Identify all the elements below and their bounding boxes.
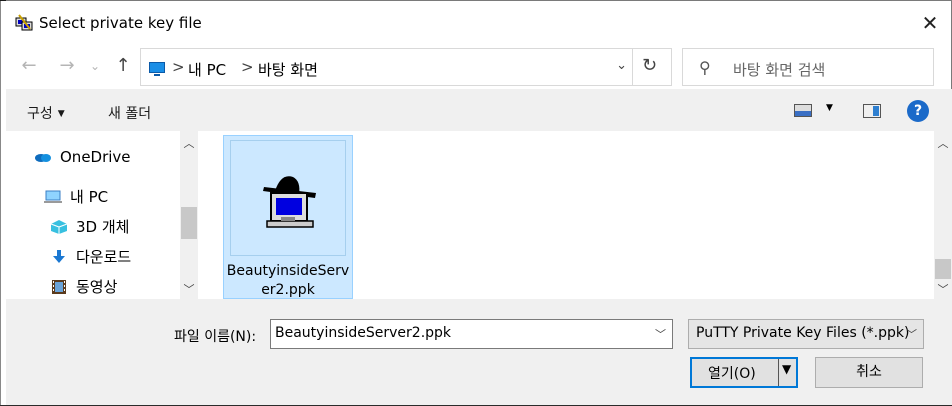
- file-name: BeautyinsideServ er2.ppk: [226, 263, 350, 298]
- breadcrumb-my-pc[interactable]: 내 PC: [188, 59, 226, 80]
- scrollbar-thumb[interactable]: [181, 207, 197, 239]
- scroll-down-icon[interactable]: ﹀: [934, 281, 952, 297]
- search-icon: ⚲: [699, 58, 711, 77]
- change-view-icon[interactable]: [794, 104, 812, 117]
- filename-label: 파일 이름(N):: [174, 329, 257, 345]
- file-list-scrollbar[interactable]: ︿ ﹀: [934, 131, 952, 299]
- search-input[interactable]: 바탕 화면 검색: [733, 59, 825, 80]
- file-item[interactable]: BeautyinsideServ er2.ppk: [223, 135, 353, 299]
- new-folder-button[interactable]: 새 폴더: [108, 103, 151, 123]
- scroll-up-icon[interactable]: ︿: [934, 135, 952, 151]
- organize-label: 구성: [27, 106, 53, 122]
- breadcrumb-separator-icon: >: [172, 58, 185, 76]
- sidebar-item-label: 내 PC: [70, 188, 109, 206]
- caret-down-icon[interactable]: ▼: [782, 362, 791, 376]
- pc-icon: [44, 190, 62, 203]
- sidebar-item-label: 다운로드: [76, 248, 132, 266]
- navigation-pane: OneDrive 내 PC 3D 개체 다운로드 동영상 ︿ ﹀: [6, 131, 200, 299]
- title-bar: Select private key file ✕: [6, 1, 952, 45]
- monitor-icon: [149, 62, 165, 76]
- filename-input[interactable]: BeautyinsideServer2.ppk ﹀: [270, 319, 673, 349]
- scroll-up-icon[interactable]: ︿: [180, 135, 198, 151]
- caret-down-icon: ▼: [57, 109, 65, 119]
- chevron-down-icon[interactable]: ﹀: [655, 326, 666, 342]
- scrollbar-thumb[interactable]: [935, 259, 951, 279]
- putty-key-icon: [263, 176, 316, 228]
- chevron-down-icon[interactable]: ﹀: [906, 326, 917, 342]
- filename-value: BeautyinsideServer2.ppk: [275, 325, 452, 341]
- address-bar[interactable]: > 내 PC > 바탕 화면 ⌄ ↻: [140, 48, 672, 86]
- file-thumbnail: [230, 140, 346, 256]
- file-type-select[interactable]: PuTTY Private Key Files (*.ppk) ﹀: [688, 319, 924, 349]
- organize-button[interactable]: 구성 ▼: [27, 103, 65, 123]
- refresh-icon: ↻: [642, 55, 658, 76]
- caret-down-icon[interactable]: ▼: [826, 103, 833, 113]
- videos-icon: [52, 280, 66, 294]
- open-button-label: 열기(O): [708, 366, 756, 382]
- refresh-button[interactable]: ↻: [632, 48, 671, 86]
- file-dialog: Select private key file ✕ ← → ⌄ ↑ > 내 PC…: [0, 0, 952, 405]
- open-button[interactable]: 열기(O) ▼: [690, 357, 798, 388]
- file-type-value: PuTTY Private Key Files (*.ppk): [696, 325, 910, 341]
- sidebar-item-label: OneDrive: [60, 148, 131, 166]
- window-title: Select private key file: [39, 14, 202, 32]
- file-list: BeautyinsideServ er2.ppk ︿ ﹀: [200, 131, 952, 299]
- help-icon[interactable]: ?: [907, 100, 929, 122]
- downloads-icon: [53, 250, 65, 263]
- sidebar-item-label: 동영상: [76, 278, 118, 296]
- navigation-pane-scrollbar[interactable]: ︿ ﹀: [180, 131, 198, 299]
- up-arrow-icon[interactable]: ↑: [112, 55, 134, 77]
- cancel-button[interactable]: 취소: [815, 357, 923, 388]
- scroll-down-icon[interactable]: ﹀: [180, 281, 198, 297]
- navigation-bar: ← → ⌄ ↑ > 내 PC > 바탕 화면 ⌄ ↻ ⚲ 바탕 화면 검색: [6, 45, 952, 87]
- putty-app-icon: [15, 14, 33, 31]
- dialog-footer: 파일 이름(N): BeautyinsideServer2.ppk ﹀ PuTT…: [6, 299, 952, 405]
- command-bar: 구성 ▼ 새 폴더 ▼ ?: [6, 89, 952, 131]
- breadcrumb-desktop[interactable]: 바탕 화면: [258, 59, 318, 80]
- recent-locations-icon[interactable]: ⌄: [88, 55, 102, 77]
- chevron-down-icon[interactable]: ⌄: [616, 58, 627, 73]
- onedrive-icon: [35, 154, 51, 162]
- sidebar-item-label: 3D 개체: [76, 218, 130, 236]
- split-divider: [778, 359, 779, 386]
- preview-pane-icon[interactable]: [863, 104, 881, 118]
- 3d-objects-icon: [50, 220, 68, 234]
- forward-arrow-icon[interactable]: →: [56, 55, 78, 77]
- breadcrumb-separator-icon: >: [241, 58, 254, 76]
- search-box[interactable]: ⚲ 바탕 화면 검색: [682, 48, 934, 86]
- close-icon[interactable]: ✕: [918, 11, 942, 35]
- back-arrow-icon[interactable]: ←: [18, 55, 40, 77]
